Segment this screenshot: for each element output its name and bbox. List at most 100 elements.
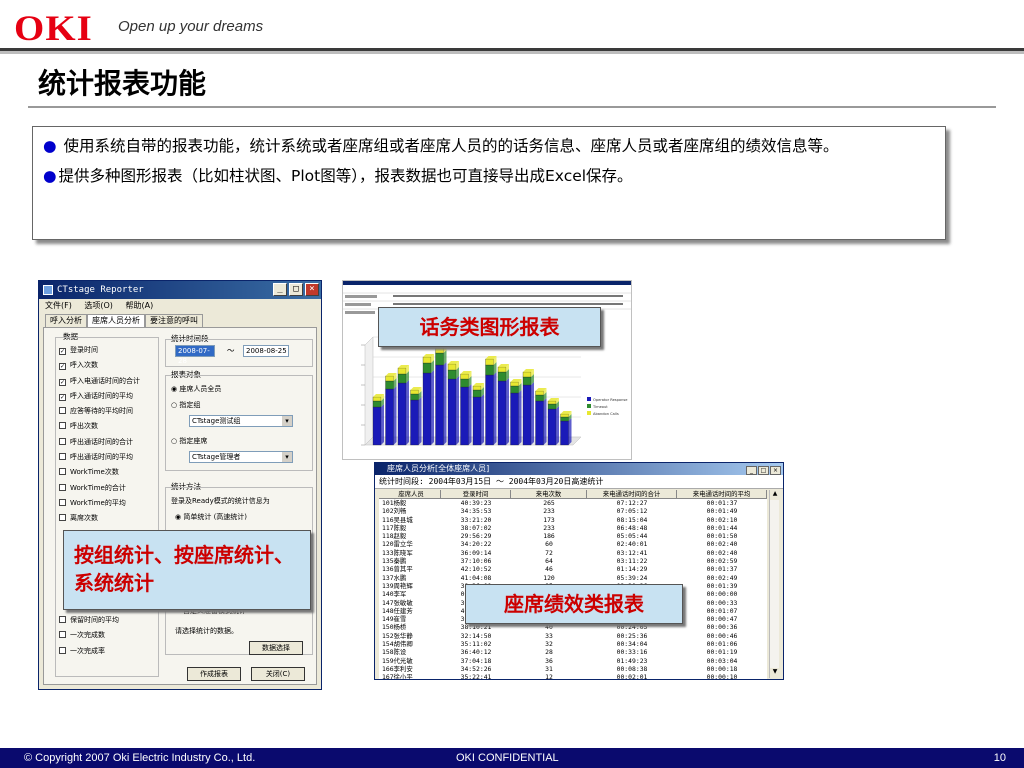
table-cell: 00:01:37	[706, 565, 738, 574]
column-header[interactable]: 来电次数	[511, 490, 587, 498]
performance-callout: 座席绩效类报表	[465, 584, 683, 624]
table-cell: 00:00:36	[706, 623, 738, 632]
minimize-button[interactable]: _	[273, 283, 287, 296]
data-checkbox[interactable]: 一次完成率	[59, 644, 119, 659]
table-cell: 159代光敏	[382, 656, 413, 665]
legend-label: Timeout	[592, 405, 608, 409]
checkbox-icon[interactable]	[59, 498, 66, 506]
checkbox-icon[interactable]	[59, 514, 66, 522]
table-cell: 00:02:10	[706, 515, 738, 524]
data-checkbox[interactable]: 一次完成数	[59, 628, 119, 643]
checkbox-icon[interactable]	[59, 483, 66, 491]
table-row[interactable]: 137水鹏 41:04:08 120 05:39:24 00:02:49	[379, 574, 767, 582]
checkbox-checked-icon[interactable]: ✓	[59, 378, 66, 386]
header-rule-light	[0, 51, 1024, 54]
data-checkbox[interactable]: 离席次数	[59, 511, 140, 526]
table-row[interactable]: 120雷立华 34:20:22 60 02:40:01 00:02:40	[379, 540, 767, 548]
description-line-2: ● 提供多种图形报表（比如柱状图、Plot图等），报表数据也可直接导出成Excel…	[43, 165, 937, 187]
data-checkbox[interactable]: ✓ 呼入次数	[59, 358, 140, 373]
radio-all-agents[interactable]: ◉ 座席人员全员	[171, 383, 221, 395]
tab-agent-analysis[interactable]: 座席人员分析	[87, 314, 145, 327]
data-checkbox[interactable]: 应答等待的平均时间	[59, 404, 140, 419]
description-text-1: 使用系统自带的报表功能，统计系统或者座席组或者座席人员的的话务信息、座席人员或者…	[63, 137, 839, 155]
column-header[interactable]: 来电通话时间的平均	[677, 490, 767, 498]
table-row[interactable]: 133陈晓军 36:09:14 72 03:12:41 00:02:40	[379, 549, 767, 557]
close-button[interactable]: ×	[770, 466, 781, 475]
table-cell: 05:05:44	[616, 532, 648, 541]
make-report-button[interactable]: 作成报表	[187, 667, 241, 681]
table-row[interactable]: 167徐小平 35:22:41 12 00:02:01 00:00:10	[379, 673, 767, 679]
agent-combo[interactable]: CTstage管理者	[189, 451, 293, 463]
table-row[interactable]: 101杨毅 40:39:23 265 07:12:27 00:01:37	[379, 499, 767, 507]
chart-bar-operator-response	[385, 388, 394, 446]
tab-inbound-analysis[interactable]: 呼入分析	[45, 314, 87, 327]
table-row[interactable]: 154胡伟卿 35:11:02 32 00:34:04 00:01:06	[379, 640, 767, 648]
checkbox-icon[interactable]	[59, 453, 66, 461]
table-row[interactable]: 117陈毅 38:07:02 233 06:48:48 00:01:44	[379, 524, 767, 532]
data-checkbox[interactable]: WorkTime的合计	[59, 481, 140, 496]
table-cell: 01:14:29	[616, 565, 648, 574]
table-cell: 00:03:04	[706, 656, 738, 665]
checkbox-label: 呼入电通话时间的合计	[70, 376, 140, 385]
table-row[interactable]: 158陈设 36:40:12 28 00:33:16 00:01:19	[379, 648, 767, 656]
table-row[interactable]: 150杨桥 38:10:21 40 00:24:05 00:00:36	[379, 623, 767, 631]
menu-options[interactable]: 选项(O)	[84, 301, 113, 310]
maximize-button[interactable]: □	[289, 283, 303, 296]
close-dialog-button[interactable]: 关闭(C)	[251, 667, 305, 681]
table-row[interactable]: 166李利安 34:52:26 31 00:08:38 00:00:18	[379, 665, 767, 673]
data-checkbox[interactable]: 呼出次数	[59, 419, 140, 434]
maximize-button[interactable]: □	[758, 466, 769, 475]
table-cell: 34:35:53	[460, 507, 492, 516]
date-to-input[interactable]: 2008-08-25	[243, 345, 289, 357]
checkbox-icon[interactable]	[59, 437, 66, 445]
vertical-scrollbar[interactable]	[769, 490, 780, 678]
chart-bar-timeout	[410, 393, 419, 401]
data-checkbox[interactable]: 呼出通话时间的平均	[59, 450, 140, 465]
radio-agent[interactable]: ○ 指定座席	[171, 435, 207, 447]
checkbox-icon[interactable]	[59, 631, 66, 639]
table-row[interactable]: 152张华静 32:14:50 33 00:25:36 00:00:46	[379, 632, 767, 640]
data-checkbox[interactable]: 呼出通话时间的合计	[59, 435, 140, 450]
table-cell: 07:12:27	[616, 499, 648, 507]
table-cell: 00:01:50	[706, 532, 738, 541]
data-checkbox[interactable]: ✓ 呼入电通话时间的合计	[59, 374, 140, 389]
checkbox-icon[interactable]	[59, 422, 66, 430]
table-row[interactable]: 116吴县城 33:21:20 173 08:15:04 00:02:10	[379, 516, 767, 524]
column-header[interactable]: 登录时间	[441, 490, 511, 498]
data-checkbox[interactable]: WorkTime的平均	[59, 496, 140, 511]
checkbox-icon[interactable]	[59, 616, 66, 623]
radio-selected-icon: ◉	[175, 513, 182, 521]
data-checkbox[interactable]: ✓ 登录时间	[59, 343, 140, 358]
radio-group[interactable]: ○ 指定组	[171, 399, 200, 411]
table-row[interactable]: 136曾其平 42:10:52 46 01:14:29 00:01:37	[379, 565, 767, 573]
select-data-button[interactable]: 数据选择	[249, 641, 303, 655]
minimize-button[interactable]: _	[746, 466, 757, 475]
date-from-input[interactable]: 2008-07-28	[175, 345, 215, 365]
table-cell: 158陈设	[382, 648, 407, 657]
checkbox-icon[interactable]	[59, 407, 66, 415]
chart-bar-side	[456, 376, 459, 445]
data-checkbox[interactable]: 保留时间的平均	[59, 613, 119, 628]
menu-file[interactable]: 文件(F)	[45, 301, 72, 310]
table-row[interactable]: 118赵毅 29:56:29 186 05:05:44 00:01:50	[379, 532, 767, 540]
column-header[interactable]: 来电通话时间的合计	[587, 490, 677, 498]
checkbox-icon[interactable]	[59, 646, 66, 654]
close-button[interactable]: ×	[305, 283, 319, 296]
table-cell: 05:39:24	[616, 573, 648, 582]
radio-simple-stats[interactable]: ◉ 简单统计 (高速统计)	[175, 511, 247, 523]
table-row[interactable]: 159代光敏 37:04:18 36 01:49:23 00:03:04	[379, 657, 767, 665]
menu-help[interactable]: 帮助(A)	[125, 301, 153, 310]
tab-attention-calls[interactable]: 要注意的呼叫	[145, 314, 203, 327]
column-header[interactable]: 座席人员	[379, 490, 441, 498]
group-combo[interactable]: CTstage测试组	[189, 415, 293, 427]
table-row[interactable]: 102刘畅 34:35:53 233 07:05:12 00:01:49	[379, 507, 767, 515]
table-row[interactable]: 135秦鹏 37:10:06 64 03:11:22 00:02:59	[379, 557, 767, 565]
checkbox-icon[interactable]	[59, 468, 66, 476]
checkbox-checked-icon[interactable]: ✓	[59, 363, 66, 371]
checkbox-checked-icon[interactable]: ✓	[59, 348, 66, 355]
data-checkbox[interactable]: WorkTime次数	[59, 465, 140, 480]
checkbox-checked-icon[interactable]: ✓	[59, 393, 66, 401]
chart-bar-side	[531, 382, 534, 445]
data-checkbox[interactable]: ✓ 呼入通话时间的平均	[59, 389, 140, 404]
table-cell: 64	[545, 557, 553, 566]
